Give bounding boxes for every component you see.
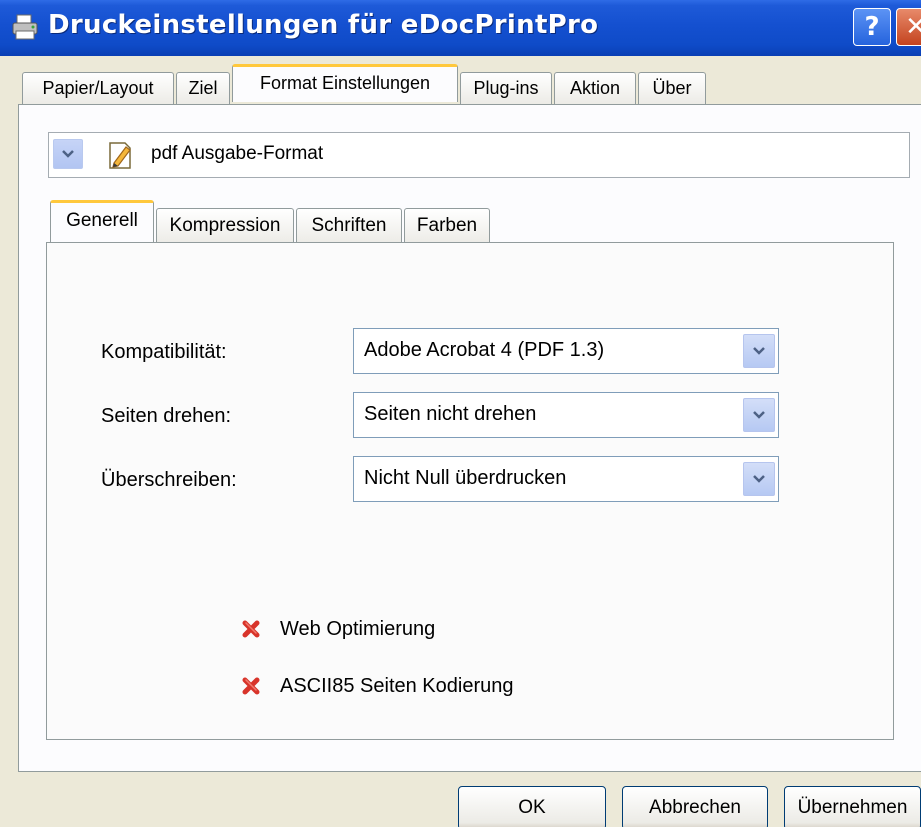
- rotate-pages-value: Seiten nicht drehen: [364, 403, 537, 425]
- tab-ueber[interactable]: Über: [638, 72, 706, 104]
- tab-generell[interactable]: Generell: [50, 200, 154, 242]
- tab-schriften[interactable]: Schriften: [296, 208, 402, 244]
- web-optimization-option[interactable]: Web Optimierung: [240, 614, 435, 644]
- close-button[interactable]: ✕: [896, 8, 921, 46]
- tab-ziel[interactable]: Ziel: [176, 72, 230, 104]
- output-format-selector[interactable]: pdf Ausgabe-Format: [48, 132, 910, 178]
- apply-button[interactable]: Übernehmen: [784, 786, 921, 827]
- tab-format-einstellungen[interactable]: Format Einstellungen: [232, 64, 458, 102]
- window-title: Druckeinstellungen für eDocPrintPro: [48, 10, 599, 40]
- tab-farben[interactable]: Farben: [404, 208, 490, 244]
- rotate-pages-label: Seiten drehen:: [101, 405, 232, 427]
- red-x-icon: [242, 620, 260, 638]
- output-format-label: pdf Ausgabe-Format: [151, 143, 324, 164]
- help-button[interactable]: ?: [853, 8, 891, 46]
- ascii85-label: ASCII85 Seiten Kodierung: [280, 674, 514, 697]
- compatibility-select[interactable]: Adobe Acrobat 4 (PDF 1.3): [353, 328, 779, 374]
- overprint-select[interactable]: Nicht Null überdrucken: [353, 456, 779, 502]
- compatibility-value: Adobe Acrobat 4 (PDF 1.3): [364, 339, 605, 361]
- cancel-button[interactable]: Abbrechen: [622, 786, 768, 827]
- overprint-label: Überschreiben:: [101, 469, 237, 491]
- tab-kompression[interactable]: Kompression: [156, 208, 294, 244]
- title-bar[interactable]: Druckeinstellungen für eDocPrintPro ? ✕: [0, 0, 921, 56]
- compatibility-label: Kompatibilität:: [101, 341, 227, 363]
- tab-aktion[interactable]: Aktion: [554, 72, 636, 104]
- ok-button[interactable]: OK: [458, 786, 606, 827]
- red-x-icon: [242, 677, 260, 695]
- chevron-down-icon[interactable]: [53, 139, 83, 169]
- chevron-down-icon[interactable]: [743, 334, 775, 368]
- pdf-edit-icon: [109, 142, 131, 169]
- overprint-value: Nicht Null überdrucken: [364, 467, 567, 489]
- tab-papier-layout[interactable]: Papier/Layout: [22, 72, 174, 104]
- printer-icon: [12, 14, 38, 40]
- web-optimization-label: Web Optimierung: [280, 617, 436, 640]
- chevron-down-icon[interactable]: [743, 398, 775, 432]
- tab-plug-ins[interactable]: Plug-ins: [460, 72, 552, 104]
- ascii85-option[interactable]: ASCII85 Seiten Kodierung: [240, 671, 514, 701]
- rotate-pages-select[interactable]: Seiten nicht drehen: [353, 392, 779, 438]
- chevron-down-icon[interactable]: [743, 462, 775, 496]
